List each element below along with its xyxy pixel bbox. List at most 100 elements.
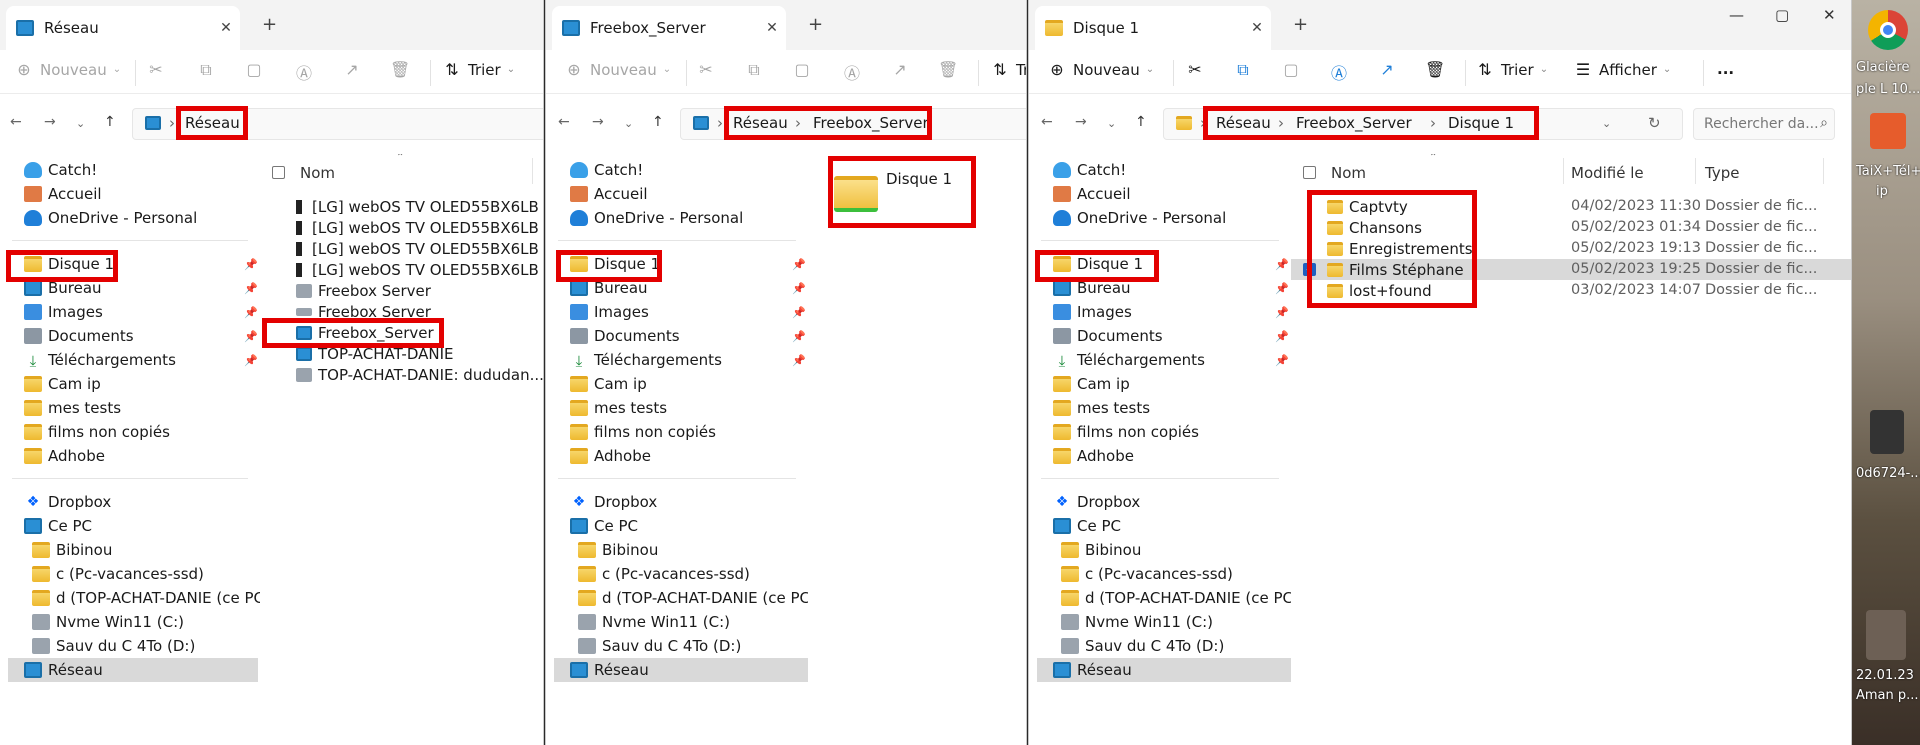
new-tab-icon[interactable]: + [808, 14, 823, 35]
sidebar-item-accueil[interactable]: Accueil [570, 182, 648, 206]
sidebar-item-bureau[interactable]: Bureau [570, 276, 648, 300]
sidebar-item-mes-tests[interactable]: mes tests [1053, 396, 1150, 420]
tab-disque1[interactable]: Disque 1 ✕ [1035, 6, 1271, 50]
tab-reseau[interactable]: Réseau ✕ [6, 6, 240, 50]
sidebar-item-mes-tests[interactable]: mes tests [24, 396, 121, 420]
breadcrumb-freebox-server[interactable]: Freebox_Server [813, 114, 929, 132]
pin-icon[interactable]: 📌 [244, 330, 258, 343]
drive-item-disque1[interactable]: Disque 1 [832, 164, 972, 224]
select-all-checkbox[interactable] [1303, 166, 1316, 179]
paste-button[interactable]: ▢ [792, 60, 818, 79]
sidebar-item-nvme[interactable]: Nvme Win11 (C:) [578, 610, 730, 634]
close-icon[interactable]: ✕ [212, 20, 240, 36]
sidebar-item-cam-ip[interactable]: Cam ip [1053, 372, 1130, 396]
delete-button[interactable]: 🗑 [390, 60, 416, 79]
up-icon[interactable]: ↑ [1135, 114, 1147, 130]
rename-button[interactable]: Ⓐ [842, 60, 868, 84]
maximize-icon[interactable]: ▢ [1775, 6, 1789, 24]
list-item[interactable]: [LG] webOS TV OLED55BX6LB [296, 217, 539, 238]
sidebar-item-drive-c-vacances[interactable]: c (Pc-vacances-ssd) [578, 562, 750, 586]
folder-row-chansons[interactable]: Chansons [1327, 217, 1422, 238]
recent-chevron-icon[interactable]: ⌄ [76, 117, 85, 130]
breadcrumb-freebox-server[interactable]: Freebox_Server [1296, 114, 1412, 132]
sidebar-item-nvme[interactable]: Nvme Win11 (C:) [1061, 610, 1213, 634]
sidebar-item-bibinou[interactable]: Bibinou [32, 538, 112, 562]
breadcrumb-reseau[interactable]: Réseau [185, 114, 240, 132]
list-item[interactable]: Freebox Server [296, 301, 431, 322]
image-thumbnail-icon[interactable] [1870, 410, 1904, 454]
pin-icon[interactable]: 📌 [1275, 306, 1289, 319]
pin-icon[interactable]: 📌 [792, 306, 806, 319]
address-bar[interactable]: › Réseau [132, 108, 543, 140]
sidebar-item-accueil[interactable]: Accueil [24, 182, 102, 206]
sidebar-item-reseau[interactable]: Réseau [8, 658, 258, 682]
sidebar-item-adhobe[interactable]: Adhobe [570, 444, 651, 468]
pin-icon[interactable]: 📌 [1275, 330, 1289, 343]
breadcrumb-reseau[interactable]: Réseau [1216, 114, 1271, 132]
paste-button[interactable]: ▢ [244, 60, 270, 79]
pin-icon[interactable]: 📌 [244, 282, 258, 295]
sidebar-item-documents[interactable]: Documents [1053, 324, 1163, 348]
rename-button[interactable]: Ⓐ [294, 60, 320, 84]
photo-thumbnail-icon[interactable] [1866, 610, 1906, 660]
new-button[interactable]: ⊕ Nouveau ⌄ [1047, 60, 1154, 79]
sidebar-item-drive-d-topachat[interactable]: d (TOP-ACHAT-DANIE (ce PC)) [1061, 586, 1291, 610]
pin-icon[interactable]: 📌 [1275, 354, 1289, 367]
share-button[interactable]: ↗ [1377, 60, 1403, 79]
sidebar-item-adhobe[interactable]: Adhobe [1053, 444, 1134, 468]
sidebar-item-films-non-copies[interactable]: films non copiés [24, 420, 170, 444]
pin-icon[interactable]: 📌 [1275, 258, 1289, 271]
new-button[interactable]: ⊕ Nouveau ⌄ [564, 60, 671, 79]
delete-button[interactable]: 🗑 [938, 60, 964, 79]
lock-icon[interactable] [1870, 113, 1906, 149]
sidebar-item-mes-tests[interactable]: mes tests [570, 396, 667, 420]
sidebar-item-drive-d-topachat[interactable]: d (TOP-ACHAT-DANIE (ce PC)) [578, 586, 808, 610]
sidebar-item-telechargements[interactable]: ⤓ Téléchargements [24, 348, 176, 372]
back-icon[interactable]: ← [10, 114, 22, 130]
more-options-button[interactable]: ... [1717, 60, 1734, 78]
address-dropdown-icon[interactable]: ⌄ [1602, 117, 1611, 130]
pin-icon[interactable]: 📌 [1275, 282, 1289, 295]
sidebar-item-dropbox[interactable]: ❖ Dropbox [1053, 490, 1140, 514]
breadcrumb-disque1[interactable]: Disque 1 [1448, 114, 1514, 132]
list-item[interactable]: TOP-ACHAT-DANIE [296, 343, 453, 364]
paste-button[interactable]: ▢ [1281, 60, 1307, 79]
sidebar-item-bureau[interactable]: Bureau [1053, 276, 1131, 300]
folder-row-lost-found[interactable]: lost+found [1327, 280, 1432, 301]
share-button[interactable]: ↗ [342, 60, 368, 79]
sidebar-item-dropbox[interactable]: ❖ Dropbox [570, 490, 657, 514]
sidebar-item-cam-ip[interactable]: Cam ip [570, 372, 647, 396]
column-header-name[interactable]: Nom [300, 164, 335, 182]
cut-button[interactable]: ✂ [146, 60, 172, 79]
pin-icon[interactable]: 📌 [244, 258, 258, 271]
pin-icon[interactable]: 📌 [792, 282, 806, 295]
pin-icon[interactable]: 📌 [244, 306, 258, 319]
sidebar-item-disque1[interactable]: Disque 1 [1053, 252, 1143, 276]
back-icon[interactable]: ← [1041, 114, 1053, 130]
sidebar-item-bibinou[interactable]: Bibinou [1061, 538, 1141, 562]
sidebar-item-accueil[interactable]: Accueil [1053, 182, 1131, 206]
select-all-checkbox[interactable] [272, 166, 285, 179]
minimize-icon[interactable]: — [1729, 6, 1744, 24]
list-item[interactable]: Freebox_Server [296, 322, 434, 343]
sidebar-item-reseau[interactable]: Réseau [1037, 658, 1291, 682]
sidebar-item-ce-pc[interactable]: Ce PC [570, 514, 638, 538]
forward-icon[interactable]: → [44, 114, 56, 130]
new-button[interactable]: ⊕ Nouveau ⌄ [14, 60, 121, 79]
column-header-type[interactable]: Type [1705, 164, 1739, 182]
breadcrumb-reseau[interactable]: Réseau [733, 114, 788, 132]
pin-icon[interactable]: 📌 [792, 258, 806, 271]
sort-button[interactable]: ⇅ Tr [990, 60, 1026, 79]
view-button[interactable]: ☰ Afficher ⌄ [1573, 60, 1671, 79]
sidebar-item-telechargements[interactable]: ⤓ Téléchargements [1053, 348, 1205, 372]
sidebar-item-drive-d-topachat[interactable]: d (TOP-ACHAT-DANIE (ce PC)) [32, 586, 260, 610]
sidebar-item-disque1[interactable]: Disque 1 [24, 252, 114, 276]
sidebar-item-dropbox[interactable]: ❖ Dropbox [24, 490, 111, 514]
sidebar-item-films-non-copies[interactable]: films non copiés [1053, 420, 1199, 444]
sidebar-item-documents[interactable]: Documents [24, 324, 134, 348]
sidebar-item-documents[interactable]: Documents [570, 324, 680, 348]
sidebar-item-telechargements[interactable]: ⤓ Téléchargements [570, 348, 722, 372]
sidebar-item-catch[interactable]: Catch! [570, 158, 643, 182]
close-icon[interactable]: ✕ [758, 20, 786, 36]
search-box[interactable]: Rechercher da... ⌕ [1693, 108, 1835, 140]
